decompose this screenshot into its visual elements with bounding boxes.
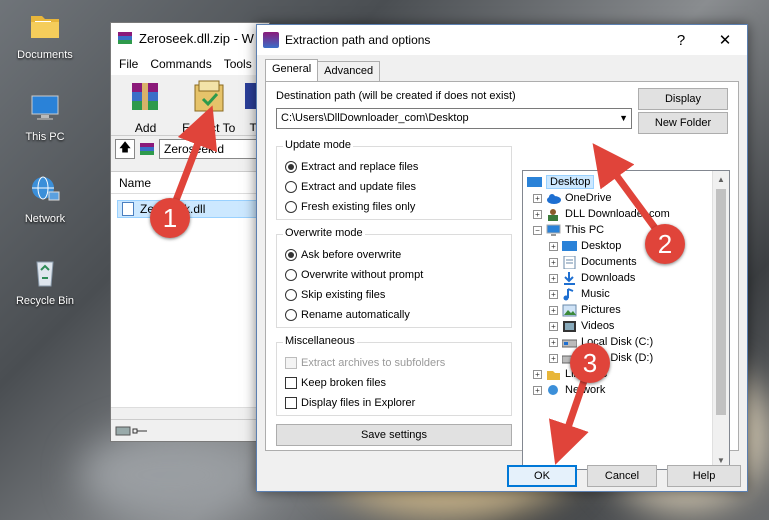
step-badge-1: 1 [150, 198, 190, 238]
arrow-step-3 [548, 376, 589, 465]
step-badge-2: 2 [645, 224, 685, 264]
arrow-step-1 [171, 105, 218, 205]
arrow-step-2 [592, 143, 661, 235]
step-badge-3: 3 [570, 343, 610, 383]
